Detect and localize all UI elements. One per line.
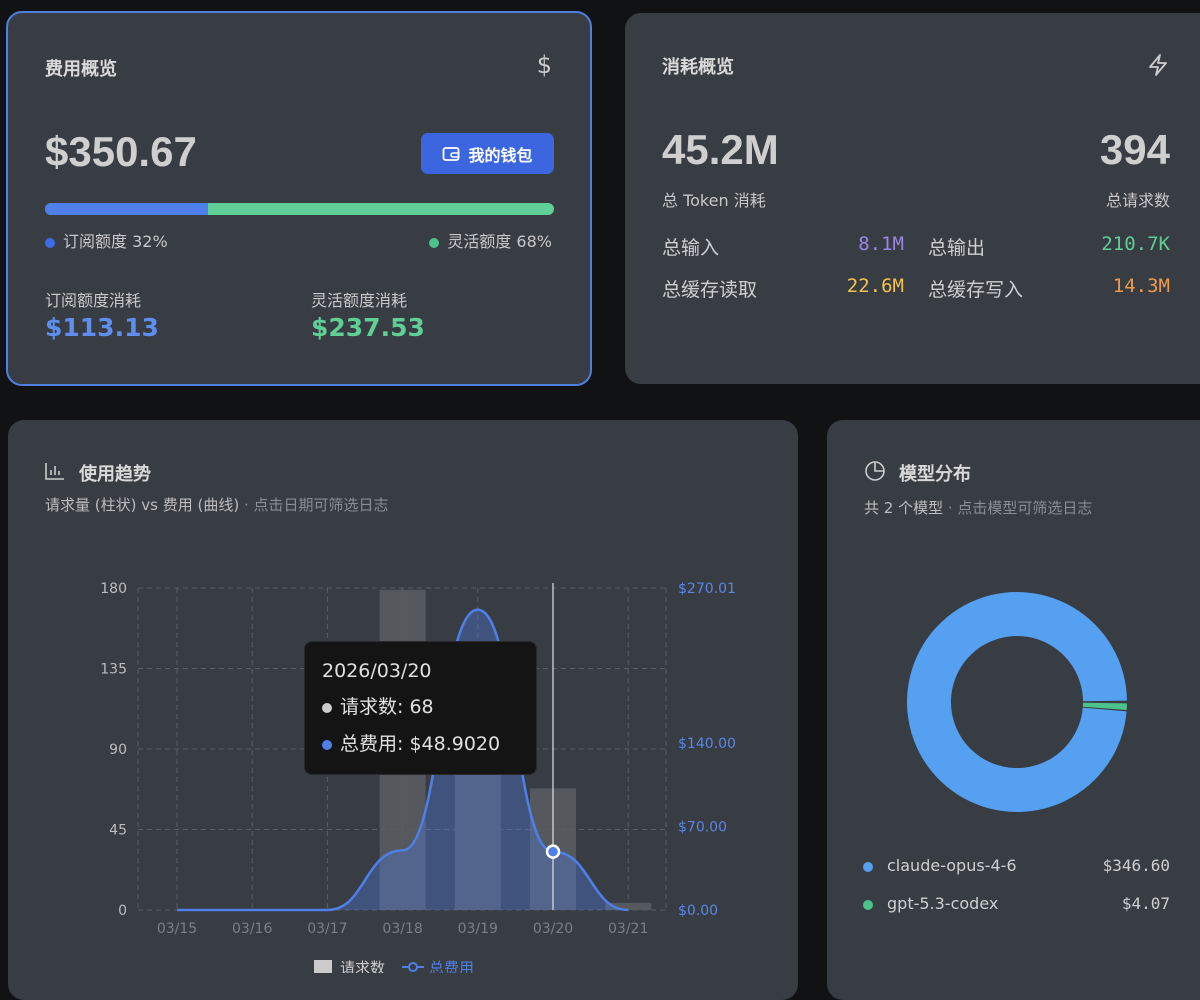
x-axis-tick-label: 03/17: [307, 921, 347, 937]
x-axis-tick-label: 03/21: [608, 921, 648, 937]
model-cost: $4.07: [1121, 894, 1170, 913]
left-axis-tick-label: 180: [100, 581, 127, 597]
chart-tooltip: 2026/03/20 请求数: 68 总费用: $48.9020: [304, 641, 537, 775]
legend-dot: [863, 900, 873, 910]
x-axis-tick-label: 03/15: [157, 921, 197, 937]
tooltip-requests: 请求数: 68: [322, 692, 519, 719]
left-axis-tick-label: 0: [118, 903, 127, 919]
legend-requests-swatch: [314, 960, 332, 973]
right-axis-tick-label: $270.01: [678, 581, 736, 597]
model-name: gpt-5.3-codex: [887, 894, 999, 913]
tooltip-date: 2026/03/20: [322, 660, 432, 682]
model-legend-item[interactable]: claude-opus-4-6 $346.60: [863, 856, 1170, 878]
x-axis-tick-label: 03/16: [232, 921, 272, 937]
model-cost: $346.60: [1102, 856, 1170, 875]
left-axis-tick-label: 90: [109, 742, 127, 758]
x-axis-tick-label: 03/19: [458, 921, 498, 937]
model-legend-item[interactable]: gpt-5.3-codex $4.07: [863, 894, 1170, 916]
x-axis-tick-label: 03/18: [382, 921, 422, 937]
legend-cost-label[interactable]: 总费用: [429, 959, 474, 973]
legend-cost-marker: [408, 962, 418, 972]
left-axis-tick-label: 135: [100, 662, 127, 678]
right-axis-tick-label: $0.00: [678, 903, 718, 919]
hover-point: [545, 844, 561, 859]
legend-dot: [863, 862, 873, 872]
charts-layer: 0 45 90 135 180 $0.00 $70.00 $140.00 $270.01 03/1…: [100, 581, 1127, 973]
left-axis-tick-label: 45: [109, 823, 127, 839]
right-axis-tick-label: $140.00: [678, 736, 736, 752]
donut-slice-claude-opus[interactable]: [907, 591, 1127, 812]
tooltip-cost: 总费用: $48.9020: [322, 729, 519, 756]
model-name: claude-opus-4-6: [887, 856, 1017, 875]
right-axis-tick-label: $70.00: [678, 820, 727, 836]
x-axis-tick-label: 03/20: [533, 921, 573, 937]
legend-requests-label[interactable]: 请求数: [340, 959, 385, 973]
